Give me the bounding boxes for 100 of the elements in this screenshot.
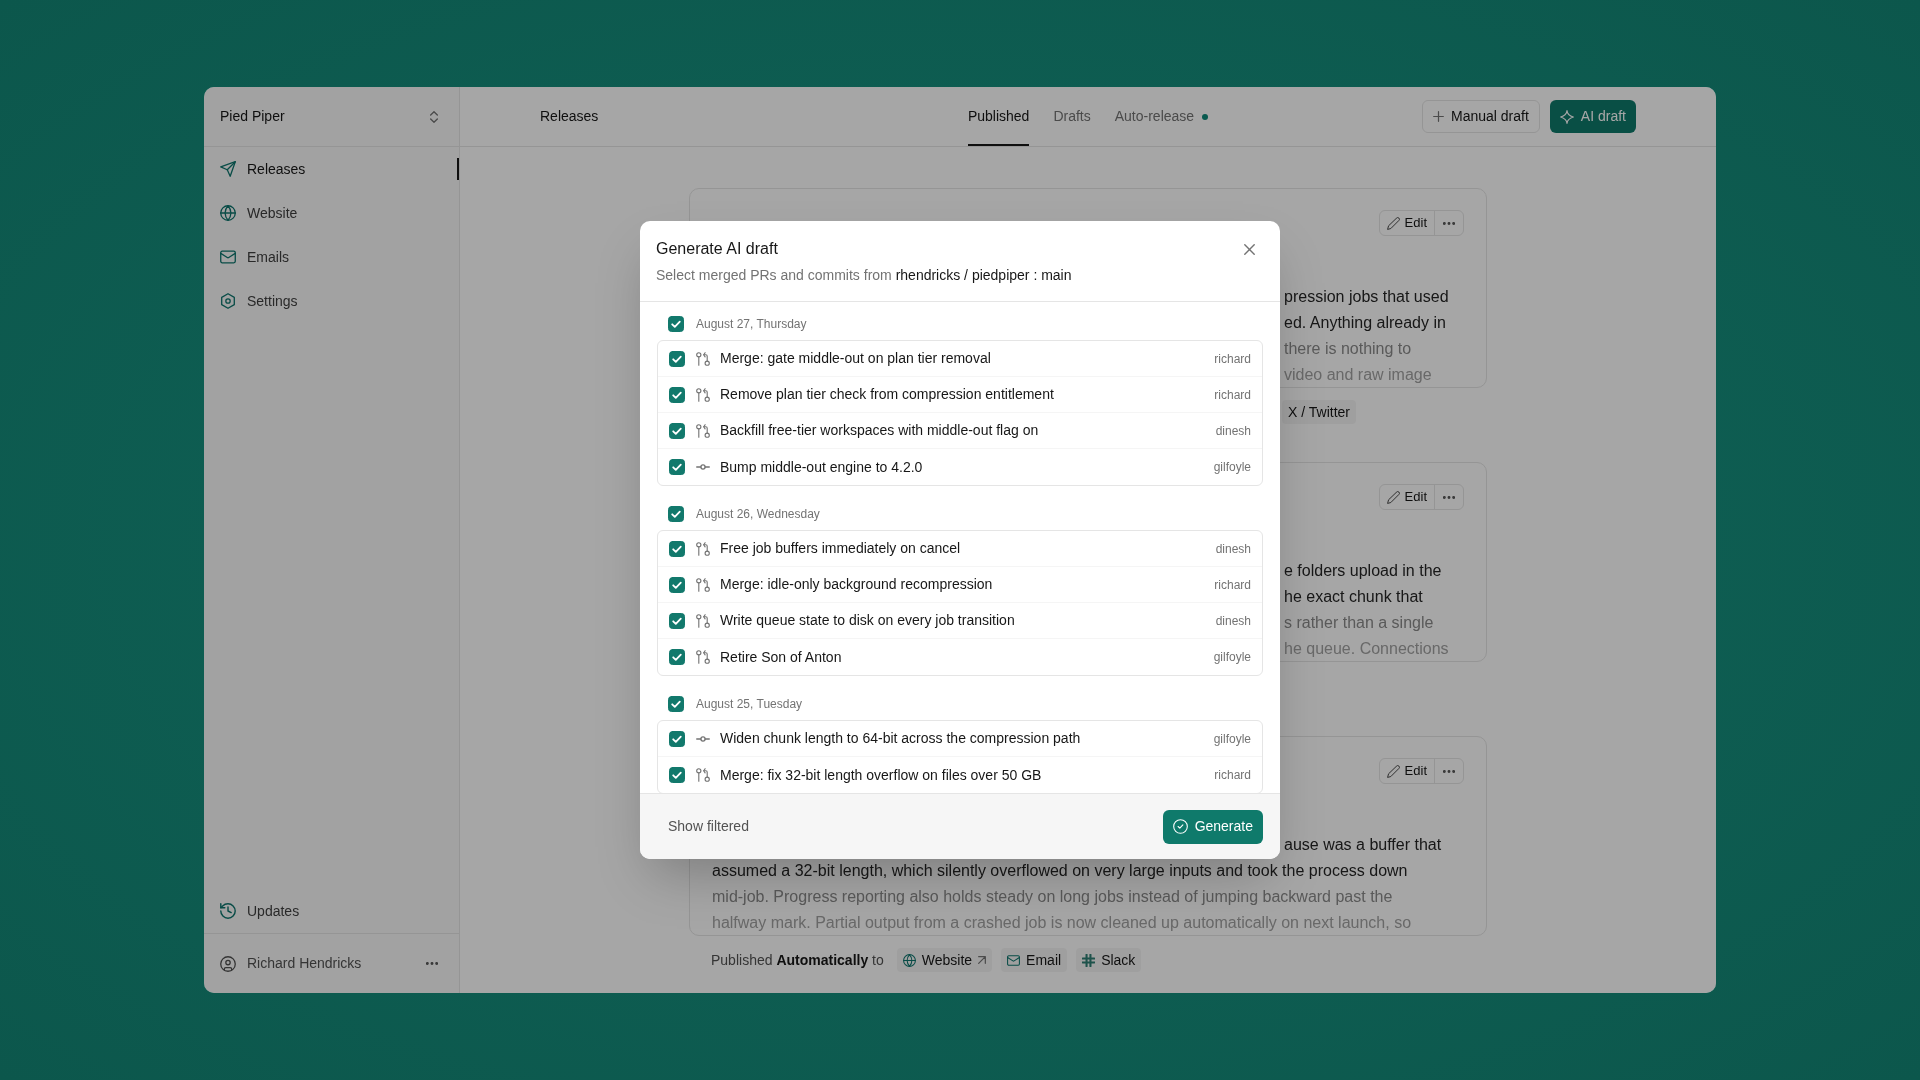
text-fragment: ause was a buffer that — [1284, 835, 1442, 855]
channel-tag[interactable]: Website — [896, 948, 993, 972]
nav-item[interactable]: Settings — [204, 279, 459, 323]
text-line: halfway mark. Partial output from a crashed job is now cleaned up automatically on next launch, so — [712, 913, 1412, 933]
send-icon — [220, 161, 236, 177]
settings-icon — [220, 293, 236, 309]
more-icon — [1443, 495, 1455, 499]
author-name: dinesh — [1215, 612, 1251, 630]
nav-item[interactable]: Emails — [204, 235, 459, 279]
pencil-icon — [1386, 216, 1400, 230]
author-name: richard — [1214, 576, 1251, 594]
pull-request-icon — [696, 423, 710, 438]
author-name: richard — [1214, 386, 1251, 404]
pencil-icon — [1386, 490, 1400, 504]
text-line: assumed a 32-bit length, which silently overflowed on very large inputs and took the process down — [712, 861, 1408, 881]
dialog-subtitle: Select merged PRs and commits from rhendricks / piedpiper : main — [656, 266, 1072, 285]
author-name: richard — [1214, 767, 1251, 784]
commit-title: Merge: fix 32-bit length overflow on files over 50 GB — [720, 765, 1042, 785]
tab[interactable]: Drafts — [1053, 87, 1091, 146]
pull-request-icon — [696, 650, 710, 664]
checkbox[interactable] — [669, 730, 685, 747]
date-label: August 26, Wednesday — [696, 506, 820, 523]
pull-request-icon — [696, 387, 710, 402]
sparkle-icon — [1559, 109, 1574, 124]
mail-icon — [220, 249, 236, 265]
plus-icon — [1433, 111, 1445, 122]
checkbox[interactable] — [669, 767, 685, 783]
channel-tag[interactable]: Email — [1001, 948, 1068, 972]
commit-title: Widen chunk length to 64-bit across the compression path — [720, 729, 1081, 748]
commit-title: Retire Son of Anton — [720, 647, 842, 667]
dialog-title: Generate AI draft — [656, 239, 778, 259]
checkbox[interactable] — [668, 696, 684, 712]
checkbox[interactable] — [669, 422, 685, 439]
checkbox[interactable] — [669, 540, 685, 557]
tab[interactable]: Auto-release — [1114, 87, 1209, 146]
edit-button[interactable]: Edit — [1379, 211, 1435, 235]
workspace-switcher[interactable]: Pied Piper — [204, 87, 459, 147]
author-name: gilfoyle — [1213, 649, 1251, 666]
edit-button[interactable]: Edit — [1379, 485, 1435, 509]
user-name: Richard Hendricks — [247, 954, 362, 973]
text-fragment: e folders upload in the — [1284, 561, 1442, 581]
more-icon — [1443, 221, 1455, 225]
author-name: gilfoyle — [1213, 730, 1251, 748]
commit-title: Free job buffers immediately on cancel — [720, 539, 961, 558]
checkbox[interactable] — [668, 316, 684, 332]
pull-request-icon — [696, 577, 710, 592]
manual-draft-button[interactable]: Manual draft — [1422, 100, 1540, 133]
user-avatar-icon — [220, 955, 236, 972]
close-icon — [1243, 243, 1255, 255]
history-icon — [220, 903, 236, 919]
author-name: dinesh — [1215, 540, 1251, 558]
channel-tag[interactable]: Slack — [1076, 948, 1142, 972]
commit-title: Merge: idle-only background recompression — [720, 575, 993, 594]
ai-draft-button[interactable]: AI draft — [1549, 100, 1636, 133]
nav-item[interactable]: Updates — [204, 889, 459, 933]
commit-icon — [696, 735, 710, 742]
pull-request-icon — [696, 541, 710, 556]
date-label: August 25, Tuesday — [696, 696, 803, 713]
show-filtered-toggle[interactable]: Show filtered — [668, 816, 749, 837]
text-line: mid-job. Progress reporting also holds steady on long jobs instead of jumping backward past the — [712, 887, 1393, 907]
checkbox[interactable] — [669, 612, 685, 629]
text-fragment: he queue. Connections — [1284, 639, 1449, 659]
checkbox[interactable] — [669, 459, 685, 475]
external-link-icon — [978, 956, 987, 964]
checkbox[interactable] — [668, 506, 684, 522]
commit-title: Merge: gate middle-out on plan tier removal — [720, 349, 991, 368]
author-name: gilfoyle — [1213, 459, 1251, 476]
pull-request-icon — [696, 768, 710, 782]
author-name: dinesh — [1215, 422, 1251, 440]
nav-item[interactable]: Releases — [204, 147, 459, 191]
text-fragment: s rather than a single — [1284, 613, 1434, 633]
date-label: August 27, Thursday — [696, 316, 807, 333]
checkbox[interactable] — [669, 350, 685, 367]
mail-icon — [1007, 954, 1021, 966]
checkbox[interactable] — [669, 576, 685, 593]
text-fragment: pression jobs that used — [1284, 287, 1449, 307]
generate-button[interactable]: Generate — [1162, 809, 1263, 844]
edit-button[interactable]: Edit — [1379, 759, 1435, 783]
commit-title: Write queue state to disk on every job transition — [720, 611, 1015, 630]
commit-icon — [696, 464, 710, 470]
active-indicator — [457, 158, 459, 180]
author-name: richard — [1214, 350, 1251, 368]
commit-title: Backfill free-tier workspaces with middle-out flag on — [720, 421, 1039, 440]
check-circle-icon — [1172, 819, 1188, 834]
nav-item[interactable]: Website — [204, 191, 459, 235]
text-fragment: he exact chunk that — [1284, 587, 1423, 607]
more-icon — [426, 962, 438, 965]
text-fragment: video and raw image — [1284, 365, 1432, 385]
more-icon — [1443, 769, 1455, 773]
text-fragment: there is nothing to — [1284, 339, 1412, 359]
channel-tag[interactable]: X / Twitter — [1282, 400, 1356, 424]
globe-icon — [902, 953, 916, 967]
pull-request-icon — [696, 351, 710, 366]
page-title: Releases — [540, 107, 599, 126]
tab[interactable]: Published — [967, 87, 1030, 146]
globe-icon — [220, 205, 236, 221]
pencil-icon — [1386, 764, 1400, 778]
chevrons-up-down-icon — [430, 110, 438, 123]
checkbox[interactable] — [669, 386, 685, 403]
checkbox[interactable] — [669, 649, 685, 665]
